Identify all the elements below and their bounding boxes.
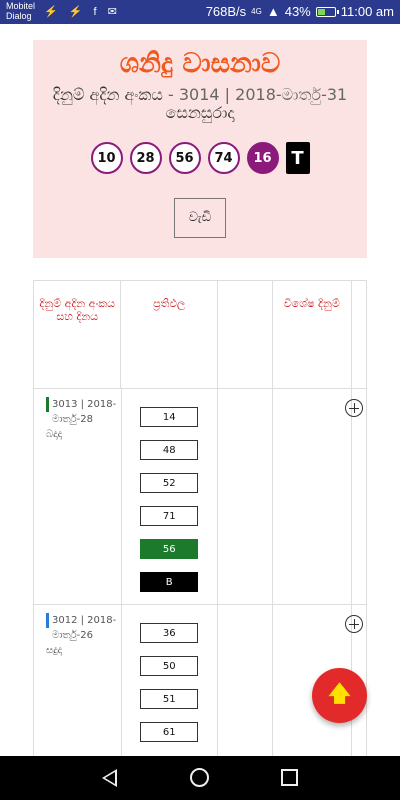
winning-numbers: 10 28 56 74 16 T bbox=[33, 142, 367, 174]
navigation-bar bbox=[0, 756, 400, 800]
column-header-draw: දිනුම් අදින අංකය සහ දිනය bbox=[34, 281, 122, 388]
result-number: 48 bbox=[140, 440, 199, 460]
draw-info: 3012 | 2018-මාර්තු-26 bbox=[52, 615, 117, 641]
row-color-bar bbox=[46, 613, 49, 628]
result-number: 14 bbox=[140, 407, 199, 427]
notification-icons: ⚡ ⚡ f ✉ bbox=[44, 6, 121, 18]
network-speed: 768B/s bbox=[205, 4, 247, 19]
number-ball: 74 bbox=[207, 142, 240, 174]
result-number: 71 bbox=[140, 506, 199, 526]
recent-apps-icon[interactable] bbox=[281, 769, 298, 786]
battery-icon bbox=[315, 6, 339, 17]
expand-cell bbox=[345, 389, 366, 604]
draw-label: දිනුම් අදින අංකය bbox=[52, 85, 163, 104]
result-number: 51 bbox=[140, 689, 199, 709]
column-header-empty bbox=[218, 281, 273, 388]
number-ball: 56 bbox=[168, 142, 201, 174]
column-header-special: විශේෂ දිනුම් bbox=[273, 281, 353, 388]
row-color-bar bbox=[46, 397, 49, 412]
special-number: 56 bbox=[140, 539, 199, 559]
back-icon[interactable] bbox=[102, 769, 117, 787]
battery-percent: 43% bbox=[284, 4, 311, 19]
special-draws-cell bbox=[273, 389, 353, 604]
result-number: 52 bbox=[140, 473, 199, 493]
status-bar: Mobitel Dialog ⚡ ⚡ f ✉ 768B/s 4G ▲ 43% 1… bbox=[0, 0, 400, 24]
network-type-icon: 4G bbox=[251, 7, 262, 16]
status-indicators: 768B/s 4G ▲ 43% 11:00 am bbox=[206, 4, 394, 19]
letter-result: B bbox=[140, 572, 199, 592]
results-cell: 14 48 52 71 56 B bbox=[122, 389, 218, 604]
result-number: 50 bbox=[140, 656, 199, 676]
draw-details: දිනුම් අදින අංකය - 3014 | 2018-මාර්තු-31… bbox=[33, 86, 367, 122]
arrow-up-icon: 🡅 bbox=[328, 681, 351, 707]
home-icon[interactable] bbox=[190, 768, 209, 787]
column-header-action bbox=[352, 281, 366, 388]
results-cell: 36 50 51 61 bbox=[122, 605, 218, 764]
number-ball: 28 bbox=[129, 142, 162, 174]
column-header-results: ප්‍රතිඵල bbox=[121, 281, 218, 388]
table-header: දිනුම් අදින අංකය සහ දිනය ප්‍රතිඵල විශේෂ … bbox=[34, 281, 366, 389]
lottery-title: ශනිදු වාසනාව bbox=[119, 48, 281, 79]
draw-day: සෙනසුරාදා bbox=[165, 103, 235, 122]
letter-badge: T bbox=[285, 142, 310, 174]
draw-info-cell: 3013 | 2018-මාර්තු-28 බදාදා bbox=[34, 389, 122, 604]
draw-info: 3013 | 2018-මාර්තු-28 bbox=[52, 399, 117, 425]
draw-day: සදුදා bbox=[46, 645, 63, 656]
draw-day: බදාදා bbox=[46, 429, 63, 440]
draw-number: - 3014 | 2018-මාර්තු-31 bbox=[162, 85, 348, 104]
app-screen: Mobitel Dialog ⚡ ⚡ f ✉ 768B/s 4G ▲ 43% 1… bbox=[0, 0, 400, 800]
more-button[interactable]: වැඩි bbox=[174, 198, 226, 238]
expand-plus-icon[interactable] bbox=[345, 399, 364, 417]
number-ball: 10 bbox=[90, 142, 123, 174]
carrier-name: Mobitel Dialog bbox=[6, 1, 36, 21]
result-number: 61 bbox=[140, 722, 199, 742]
scroll-to-top-button[interactable]: 🡅 bbox=[312, 668, 367, 723]
result-number: 36 bbox=[140, 623, 199, 643]
table-row: 3013 | 2018-මාර්තු-28 බදාදා 14 48 52 71 … bbox=[34, 389, 366, 605]
empty-cell bbox=[218, 605, 273, 764]
latest-result-card: ශනිදු වාසනාව දිනුම් අදින අංකය - 3014 | 2… bbox=[33, 40, 367, 258]
signal-icon: ▲ bbox=[266, 4, 280, 19]
draw-info-cell: 3012 | 2018-මාර්තු-26 සදුදා bbox=[34, 605, 122, 764]
special-number-ball: 16 bbox=[246, 142, 279, 174]
clock: 11:00 am bbox=[340, 4, 394, 19]
expand-plus-icon[interactable] bbox=[345, 615, 364, 633]
empty-cell bbox=[218, 389, 273, 604]
